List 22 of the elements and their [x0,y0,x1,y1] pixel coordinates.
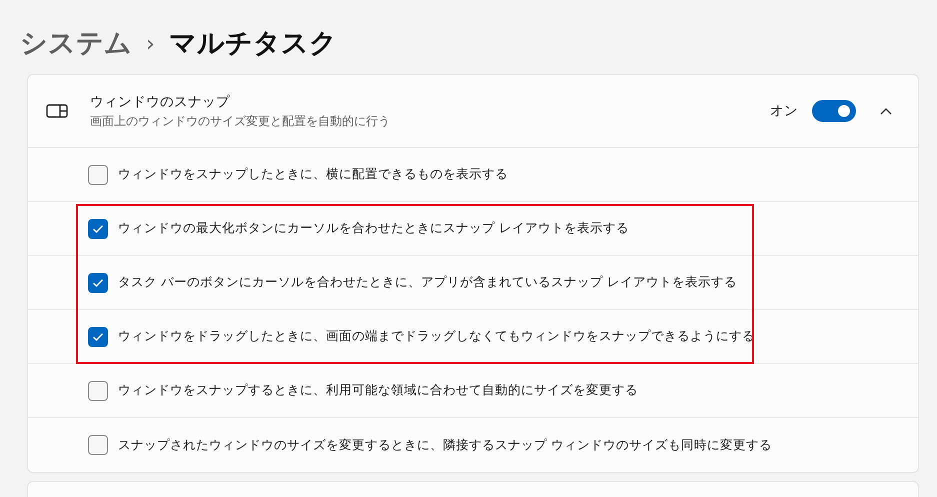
option-label: ウィンドウの最大化ボタンにカーソルを合わせたときにスナップ レイアウトを表示する [118,219,629,238]
checkmark-icon [92,332,104,342]
checkbox[interactable] [88,326,108,346]
section-description: 画面上のウィンドウのサイズ変更と配置を自動的に行う [90,113,391,130]
toggle-state-label: オン [770,102,798,121]
checkbox[interactable] [88,272,108,292]
option-label: スナップされたウィンドウのサイズを変更するときに、隣接するスナップ ウィンドウのサイズも同時に変更する [118,436,772,454]
checkmark-icon [92,278,104,288]
checkbox[interactable] [88,218,108,238]
checkbox[interactable] [88,435,108,455]
page-title: マルチタスク [168,26,337,61]
section-title: ウィンドウのスナップ [90,92,231,112]
checkbox[interactable] [88,164,108,184]
option-label: ウィンドウをスナップするときに、利用可能な領域に合わせて自動的にサイズを変更する [118,381,638,400]
option-label: ウィンドウをスナップしたときに、横に配置できるものを表示する [118,165,508,184]
option-label: タスク バーのボタンにカーソルを合わせたときに、アプリが含まれているスナップ レイアウトを表示する [118,273,737,292]
toggle-switch[interactable] [812,100,856,122]
checkbox[interactable] [88,380,108,400]
breadcrumb-link[interactable]: システム [20,24,132,64]
snap-window-icon [46,103,68,119]
chevron-separator: › [146,30,155,58]
checkmark-icon [92,224,104,234]
